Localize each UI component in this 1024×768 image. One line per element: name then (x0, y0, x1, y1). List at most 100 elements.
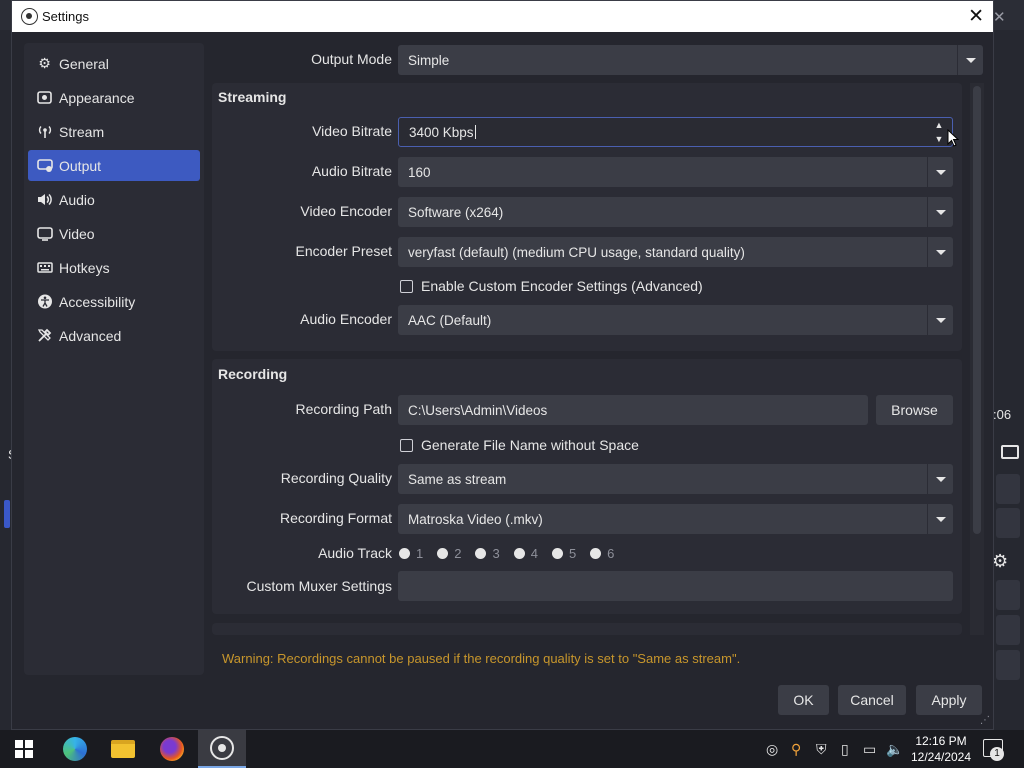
recording-title: Recording (218, 366, 288, 382)
window-title: Settings (42, 9, 89, 24)
sidebar-item-hotkeys[interactable]: Hotkeys (28, 252, 200, 283)
background-button[interactable] (996, 615, 1020, 645)
recording-format-label: Recording Format (279, 510, 392, 526)
streaming-title: Streaming (218, 89, 287, 105)
background-button[interactable] (996, 508, 1020, 538)
obs-icon (210, 736, 234, 760)
output-mode-select[interactable]: Simple (398, 45, 983, 75)
radio-dot[interactable] (590, 548, 602, 559)
taskbar-clock[interactable]: 12:16 PM 12/24/2024 (910, 733, 972, 765)
radio-dot[interactable] (399, 548, 410, 559)
recording-quality-select[interactable]: Same as stream (398, 464, 953, 494)
custom-muxer-label: Custom Muxer Settings (246, 578, 393, 594)
notification-count: 1 (990, 747, 1004, 761)
sidebar-item-appearance[interactable]: Appearance (28, 82, 200, 113)
recording-format-select[interactable]: Matroska Video (.mkv) (398, 504, 953, 534)
taskbar-file-explorer[interactable] (99, 730, 147, 768)
chevron-down-icon (927, 464, 953, 494)
radio-dot[interactable] (437, 548, 449, 559)
shield-icon[interactable]: ⛨ (816, 741, 827, 758)
search-tray-icon[interactable]: ⚲ (791, 741, 801, 758)
warning-text: Warning: Recordings cannot be paused if … (222, 651, 741, 666)
title-bar: Settings ✕ (12, 1, 993, 32)
sidebar-item-stream[interactable]: Stream (28, 116, 200, 147)
custom-encoder-checkbox[interactable]: Enable Custom Encoder Settings (Advanced… (400, 278, 703, 294)
taskbar: ◎ ⚲ ⛨ ▯ ▭ 🔈 12:16 PM 12/24/2024 1 (0, 730, 1024, 768)
sidebar-item-general[interactable]: ⚙ General (28, 48, 200, 79)
background-button[interactable] (996, 580, 1020, 610)
audio-track-options: 1 2 3 4 5 6 (399, 546, 628, 561)
radio-dot[interactable] (551, 548, 563, 559)
background-button[interactable] (996, 650, 1020, 680)
resize-grip-icon[interactable]: ⋰ (980, 715, 990, 726)
sidebar-item-audio[interactable]: Audio (28, 184, 200, 215)
audio-track-4[interactable]: 4 (513, 546, 538, 561)
video-bitrate-input[interactable]: 3400 Kbps ▲ ▼ (398, 117, 953, 147)
sidebar-item-label: Hotkeys (59, 259, 110, 276)
audio-track-3[interactable]: 3 (475, 546, 500, 561)
cancel-button[interactable]: Cancel (838, 685, 906, 715)
background-close-icon[interactable]: ✕ (993, 8, 1006, 26)
browse-button[interactable]: Browse (876, 395, 953, 425)
sidebar-item-label: Appearance (59, 89, 135, 106)
sidebar-item-label: Output (59, 157, 102, 174)
checkbox-box[interactable] (400, 279, 413, 293)
sidebar-item-output[interactable]: Output (28, 150, 200, 181)
sidebar-item-advanced[interactable]: Advanced (28, 320, 200, 351)
sidebar-item-label: General (59, 55, 109, 72)
tools-icon (36, 327, 53, 344)
obs-tray-icon[interactable]: ◎ (766, 741, 778, 758)
accessibility-icon (36, 293, 53, 310)
audio-track-1[interactable]: 1 (399, 546, 423, 561)
sidebar-item-video[interactable]: Video (28, 218, 200, 249)
audio-encoder-select[interactable]: AAC (Default) (398, 305, 953, 335)
video-bitrate-value: 3400 Kbps (409, 124, 474, 140)
network-icon[interactable]: ▭ (863, 741, 876, 758)
chevron-down-icon (957, 45, 983, 75)
obs-logo-icon (21, 8, 38, 25)
background-window-icon[interactable] (1001, 445, 1019, 459)
streaming-group: Streaming Video Bitrate 3400 Kbps ▲ ▼ Au… (212, 83, 962, 351)
sidebar-item-label: Video (59, 225, 95, 242)
encoder-preset-select[interactable]: veryfast (default) (medium CPU usage, st… (398, 237, 953, 267)
checkbox-box[interactable] (400, 438, 413, 452)
recording-path-input[interactable]: C:\Users\Admin\Videos (398, 395, 868, 425)
audio-bitrate-select[interactable]: 160 (398, 157, 953, 187)
video-encoder-label: Video Encoder (300, 203, 392, 219)
radio-dot[interactable] (475, 548, 487, 559)
clock-time: 12:16 PM (915, 734, 967, 748)
monitor-output-icon (36, 157, 53, 174)
chevron-down-icon (927, 504, 953, 534)
sidebar-item-accessibility[interactable]: Accessibility (28, 286, 200, 317)
audio-track-2[interactable]: 2 (437, 546, 461, 561)
start-button[interactable] (0, 730, 48, 768)
video-bitrate-label: Video Bitrate (312, 123, 392, 139)
audio-track-5[interactable]: 5 (551, 546, 576, 561)
volume-icon[interactable]: 🔈 (886, 741, 903, 758)
recording-quality-value: Same as stream (408, 471, 507, 487)
recording-path-label: Recording Path (295, 401, 392, 417)
chevron-down-icon (927, 237, 953, 267)
audio-encoder-label: Audio Encoder (300, 311, 392, 327)
apply-button[interactable]: Apply (916, 685, 982, 715)
radio-dot[interactable] (513, 548, 525, 559)
taskbar-firefox[interactable] (148, 730, 196, 768)
mouse-cursor-icon (947, 129, 959, 147)
video-encoder-value: Software (x264) (408, 204, 504, 220)
settings-dialog: Settings ✕ ⚙ General Appearance Stream O… (11, 0, 994, 730)
custom-muxer-input[interactable] (398, 571, 953, 601)
background-button[interactable] (996, 474, 1020, 504)
background-gear-icon[interactable]: ⚙ (992, 551, 1008, 572)
video-encoder-select[interactable]: Software (x264) (398, 197, 953, 227)
folder-icon (111, 740, 135, 758)
taskbar-edge[interactable] (51, 730, 99, 768)
audio-track-6[interactable]: 6 (590, 546, 614, 561)
usb-device-icon[interactable]: ▯ (841, 741, 849, 758)
ok-button[interactable]: OK (778, 685, 829, 715)
chevron-down-icon (927, 157, 953, 187)
close-icon[interactable]: ✕ (968, 5, 984, 28)
text-caret (474, 125, 476, 139)
taskbar-obs[interactable] (198, 730, 246, 768)
speaker-icon (36, 191, 53, 208)
no-space-checkbox[interactable]: Generate File Name without Space (400, 437, 639, 453)
